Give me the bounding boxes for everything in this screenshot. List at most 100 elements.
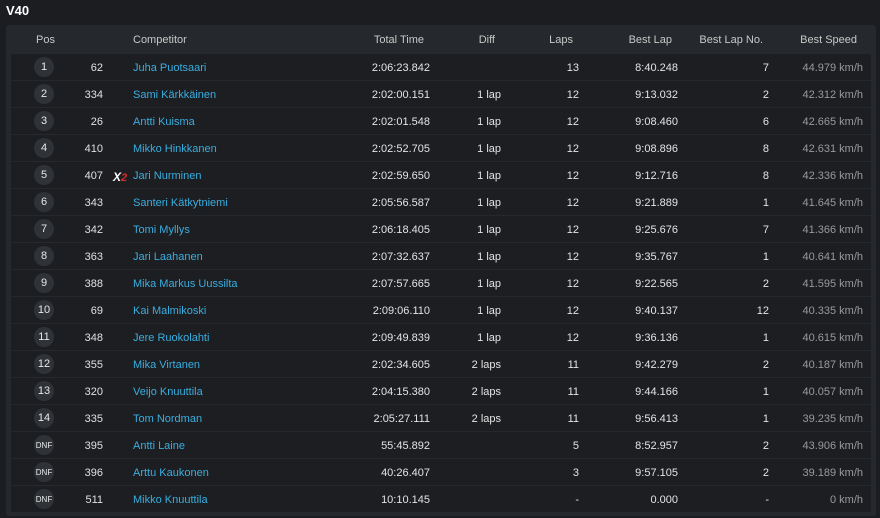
- diff-value: 1 lap: [477, 305, 501, 317]
- position-badge: 6: [34, 192, 54, 212]
- best-lap-no: 7: [762, 62, 769, 74]
- competitor-name[interactable]: Mikko Knuuttila: [133, 494, 208, 506]
- best-speed: 40.335 km/h: [802, 305, 863, 317]
- total-time: 2:09:49.839: [371, 332, 430, 344]
- laps-value: 5: [572, 440, 579, 452]
- best-speed: 0 km/h: [829, 494, 863, 506]
- table-row[interactable]: 6 343 Santeri Kätkytniemi 2:05:56.587 1 lap 1…: [11, 189, 871, 215]
- competitor-number: 511: [85, 494, 103, 506]
- diff-value: 1 lap: [477, 197, 501, 209]
- col-laps[interactable]: Laps: [549, 34, 573, 46]
- best-lap: 9:25.676: [635, 224, 678, 236]
- best-lap-no: 8: [762, 143, 769, 155]
- best-speed: 40.057 km/h: [802, 386, 863, 398]
- competitor-name[interactable]: Kai Malmikoski: [133, 305, 206, 317]
- table-row[interactable]: 12 355 Mika Virtanen 2:02:34.605 2 laps 11 9:4…: [11, 351, 871, 377]
- table-row[interactable]: DNF 396 Arttu Kaukonen 40:26.407 3 9:57.105 2 3…: [11, 459, 871, 485]
- diff-value: 1 lap: [477, 143, 501, 155]
- competitor-name[interactable]: Mika Markus Uussilta: [133, 278, 238, 290]
- diff-value: 2 laps: [471, 413, 501, 425]
- table-row[interactable]: 14 335 Tom Nordman 2:05:27.111 2 laps 11 9:56.…: [11, 405, 871, 431]
- competitor-number: 395: [84, 440, 103, 452]
- laps-value: 12: [566, 278, 579, 290]
- best-lap-no: 2: [762, 359, 769, 371]
- competitor-name[interactable]: Jari Nurminen: [133, 170, 201, 182]
- col-best-speed[interactable]: Best Speed: [800, 34, 857, 46]
- table-row[interactable]: 4 410 Mikko Hinkkanen 2:02:52.705 1 lap 12 9:0…: [11, 135, 871, 161]
- competitor-name[interactable]: Jari Laahanen: [133, 251, 203, 263]
- table-row[interactable]: 13 320 Veijo Knuuttila 2:04:15.380 2 laps 11 9…: [11, 378, 871, 404]
- col-pos[interactable]: Pos: [36, 34, 55, 46]
- laps-value: 3: [572, 467, 579, 479]
- table-row[interactable]: 2 334 Sami Kärkkäinen 2:02:00.151 1 lap 12 9:1…: [11, 81, 871, 107]
- position-badge: 2: [34, 84, 54, 104]
- best-lap: 9:21.889: [635, 197, 678, 209]
- best-lap: 9:40.137: [635, 305, 678, 317]
- position-badge: 5: [34, 165, 54, 185]
- table-row[interactable]: 11 348 Jere Ruokolahti 2:09:49.839 1 lap 12 9:…: [11, 324, 871, 350]
- col-best-lap-no[interactable]: Best Lap No.: [699, 34, 763, 46]
- best-speed: 44.979 km/h: [802, 62, 863, 74]
- table-row[interactable]: DNF 511 Mikko Knuuttila 10:10.145 - 0.000 - 0 k…: [11, 486, 871, 512]
- best-lap-no: 1: [762, 197, 769, 209]
- table-row[interactable]: 10 69 Kai Malmikoski 2:09:06.110 1 lap 12 9:40…: [11, 297, 871, 323]
- best-speed: 40.187 km/h: [802, 359, 863, 371]
- competitor-number: 410: [84, 143, 103, 155]
- diff-value: 1 lap: [477, 251, 501, 263]
- table-row[interactable]: 1 62 Juha Puotsaari 2:06:23.842 13 8:40.248 7 4…: [11, 54, 871, 80]
- table-row[interactable]: 3 26 Antti Kuisma 2:02:01.548 1 lap 12 9:08.46…: [11, 108, 871, 134]
- competitor-name[interactable]: Santeri Kätkytniemi: [133, 197, 228, 209]
- competitor-number: 335: [84, 413, 103, 425]
- col-diff[interactable]: Diff: [479, 34, 495, 46]
- laps-value: 12: [566, 89, 579, 101]
- best-speed: 41.366 km/h: [802, 224, 863, 236]
- competitor-number: 69: [90, 305, 103, 317]
- position-badge: 1: [34, 57, 54, 77]
- position-badge: 10: [34, 300, 54, 320]
- best-lap-no: 1: [762, 332, 769, 344]
- best-lap-no: 6: [762, 116, 769, 128]
- col-total-time[interactable]: Total Time: [374, 34, 424, 46]
- table-row[interactable]: 5 407 Jari Nurminen 2:02:59.650 1 lap 12 9:12.…: [11, 162, 871, 188]
- competitor-name[interactable]: Arttu Kaukonen: [133, 467, 209, 479]
- competitor-name[interactable]: Mika Virtanen: [133, 359, 200, 371]
- competitor-name[interactable]: Tom Nordman: [133, 413, 202, 425]
- best-lap: 9:35.767: [635, 251, 678, 263]
- table-row[interactable]: DNF 395 Antti Laine 55:45.892 5 8:52.957 2 43.9…: [11, 432, 871, 458]
- best-lap: 8:40.248: [635, 62, 678, 74]
- table-row[interactable]: 7 342 Tomi Myllys 2:06:18.405 1 lap 12 9:25.67…: [11, 216, 871, 242]
- total-time: 55:45.892: [381, 440, 430, 452]
- laps-value: 12: [566, 143, 579, 155]
- best-speed: 40.641 km/h: [802, 251, 863, 263]
- position-badge: 3: [34, 111, 54, 131]
- best-speed: 42.665 km/h: [802, 116, 863, 128]
- best-speed: 39.189 km/h: [802, 467, 863, 479]
- competitor-number: 407: [84, 170, 103, 182]
- competitor-name[interactable]: Mikko Hinkkanen: [133, 143, 217, 155]
- competitor-number: 343: [84, 197, 103, 209]
- best-speed: 39.235 km/h: [802, 413, 863, 425]
- table-row[interactable]: 9 388 Mika Markus Uussilta 2:07:57.665 1 lap…: [11, 270, 871, 296]
- laps-value: 12: [566, 197, 579, 209]
- position-badge: 9: [34, 273, 54, 293]
- competitor-name[interactable]: Juha Puotsaari: [133, 62, 206, 74]
- competitor-name[interactable]: Jere Ruokolahti: [133, 332, 209, 344]
- competitor-name[interactable]: Antti Laine: [133, 440, 185, 452]
- best-lap-no: 1: [762, 386, 769, 398]
- competitor-name[interactable]: Veijo Knuuttila: [133, 386, 203, 398]
- table-row[interactable]: 8 363 Jari Laahanen 2:07:32.637 1 lap 12 9:35.…: [11, 243, 871, 269]
- competitor-name[interactable]: Antti Kuisma: [133, 116, 195, 128]
- best-lap: 9:22.565: [635, 278, 678, 290]
- penalty-marker: X2: [113, 170, 127, 184]
- total-time: 2:04:15.380: [371, 386, 430, 398]
- penalty-letter: X: [113, 170, 122, 184]
- col-competitor[interactable]: Competitor: [133, 34, 187, 46]
- competitor-number: 26: [90, 116, 103, 128]
- col-best-lap[interactable]: Best Lap: [629, 34, 672, 46]
- competitor-number: 355: [84, 359, 103, 371]
- competitor-name[interactable]: Tomi Myllys: [133, 224, 190, 236]
- total-time: 2:07:32.637: [371, 251, 430, 263]
- competitor-name[interactable]: Sami Kärkkäinen: [133, 89, 216, 101]
- best-lap: 0.000: [650, 494, 678, 506]
- best-lap: 9:08.460: [635, 116, 678, 128]
